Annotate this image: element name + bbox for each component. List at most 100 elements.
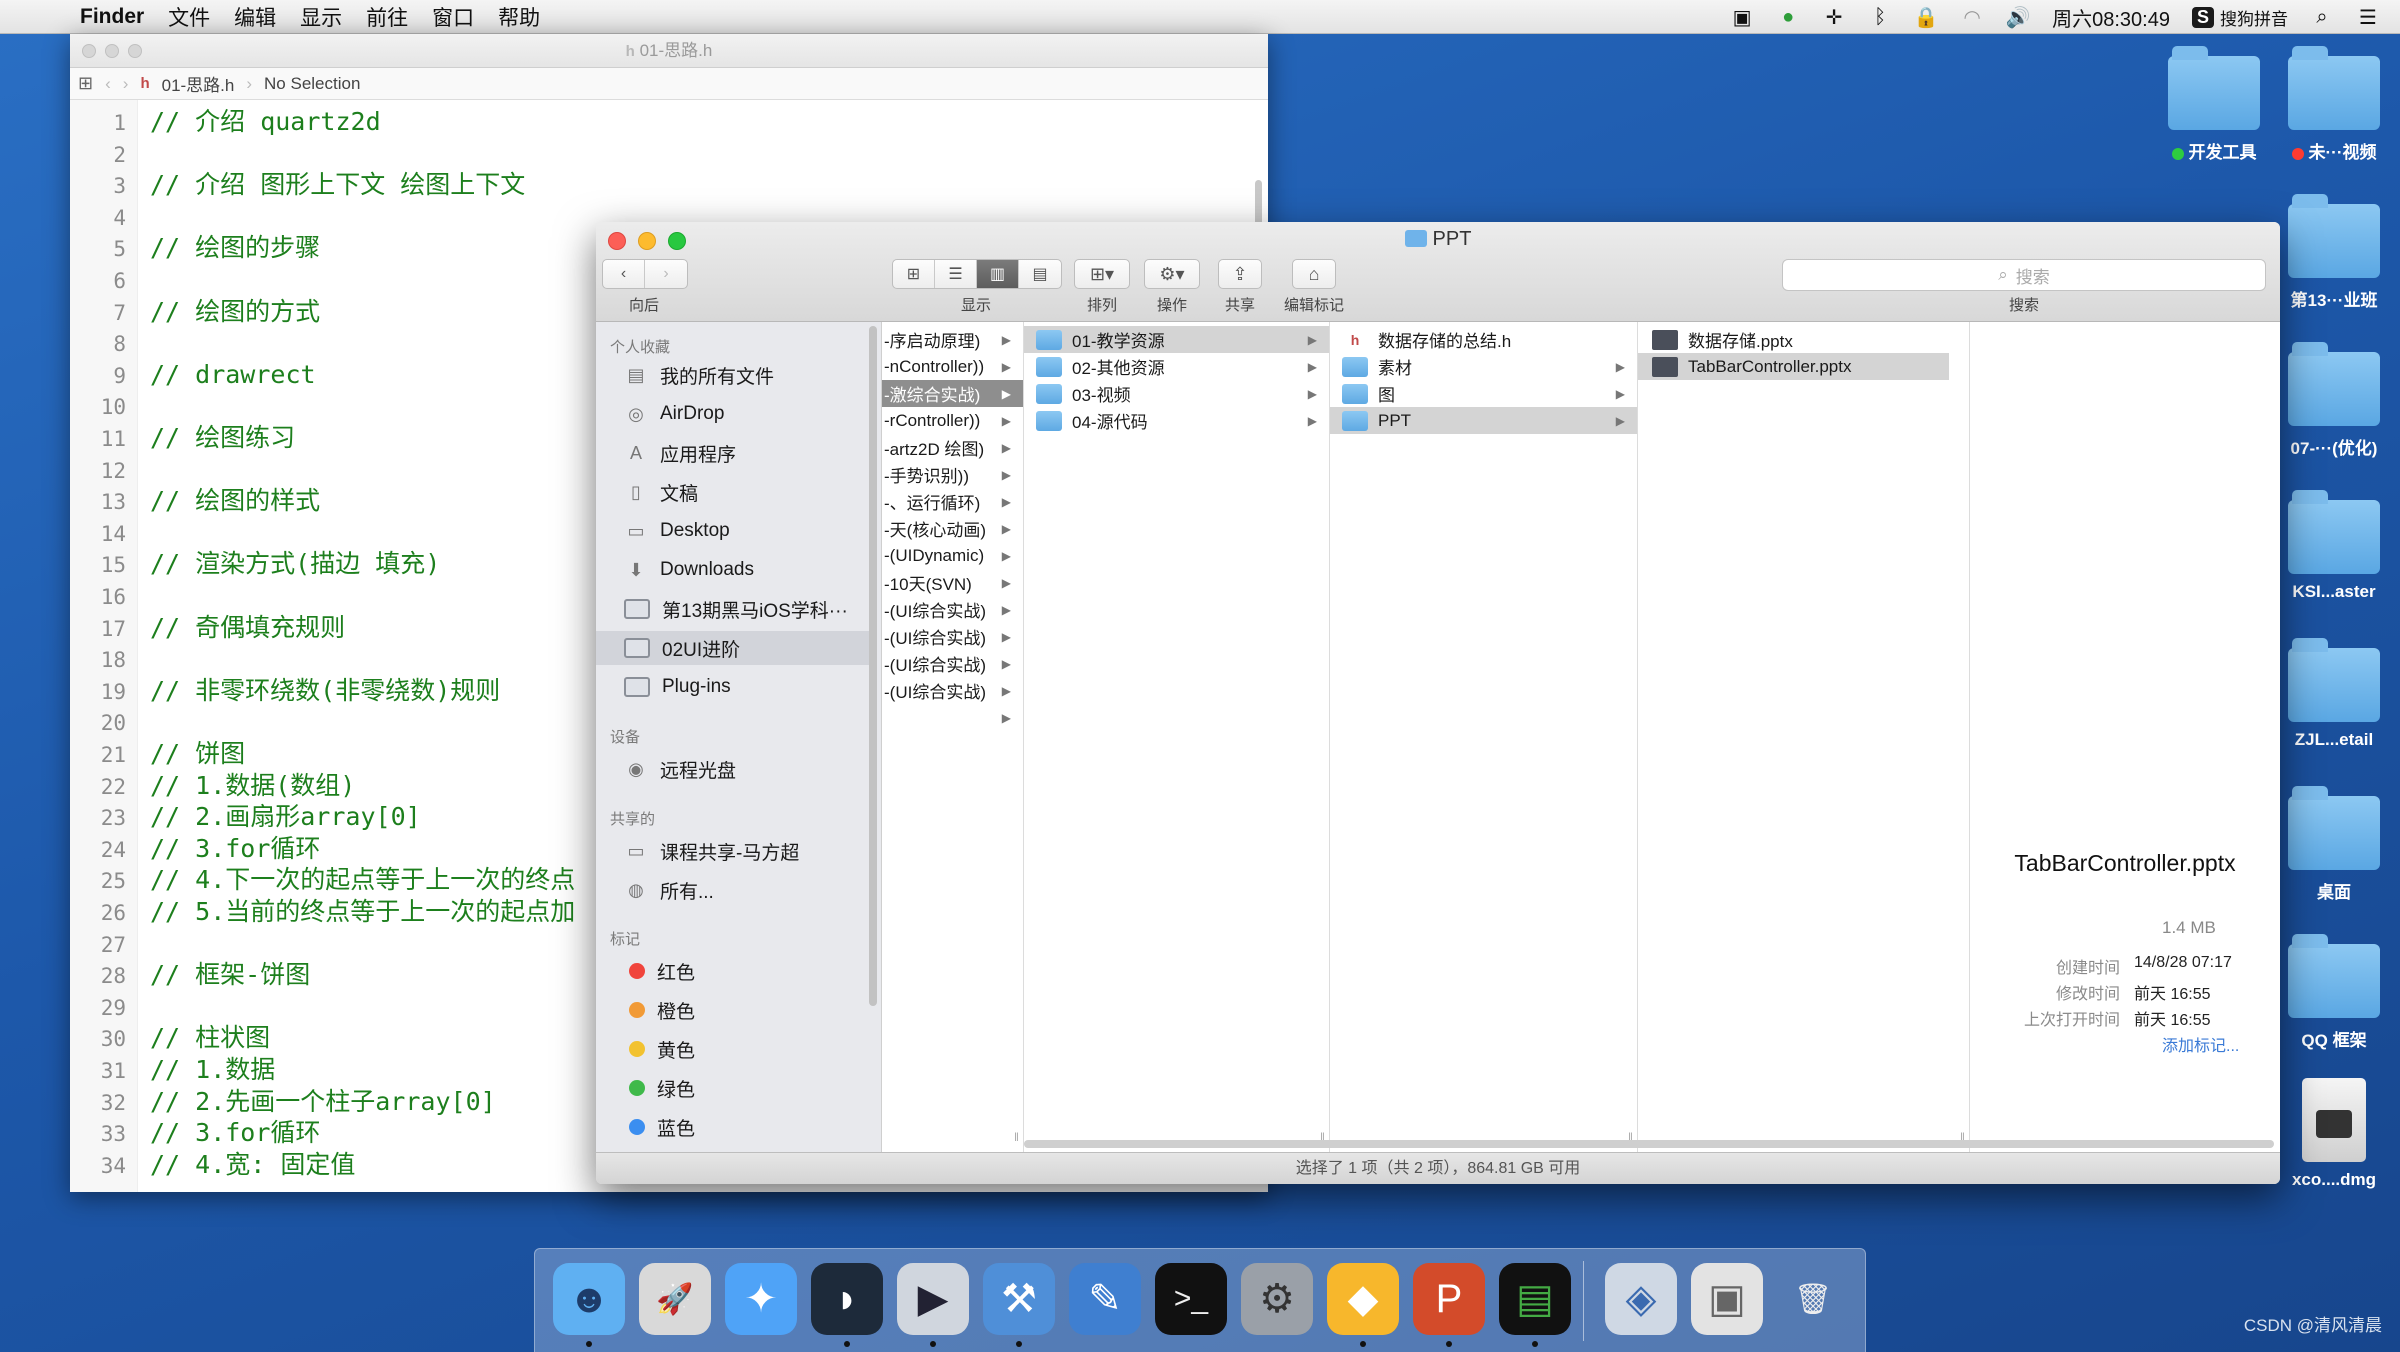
sidebar-item[interactable]: 02UI进阶 [596, 631, 876, 665]
input-method-menu[interactable]: S 搜狗拼音 [2191, 5, 2288, 30]
column-row[interactable]: 图 ▶ [1330, 380, 1637, 407]
spotlight-icon[interactable]: ⌕ [2310, 6, 2334, 28]
column-row[interactable]: -(UI综合实战) ▶ [882, 596, 1023, 623]
sidebar-item[interactable]: A 应用程序 [596, 436, 876, 470]
video-app-icon[interactable]: ▶ [897, 1263, 969, 1335]
menu-app-finder[interactable]: Finder [80, 5, 144, 29]
sidebar-tag-item[interactable]: 蓝色 [596, 1110, 876, 1144]
notification-center-icon[interactable]: ☰ [2356, 6, 2380, 29]
menu-help[interactable]: 帮助 [498, 2, 540, 32]
back-arrow-icon[interactable]: ‹ [105, 74, 111, 94]
finder-column-2[interactable]: 01-教学资源 ▶ 02-其他资源 ▶ 03-视频 ▶ 04-源代码 ▶ ‖ [1024, 322, 1330, 1152]
desktop-folder-qq-framework[interactable]: QQ 框架 [2274, 934, 2394, 1051]
back-button[interactable]: ‹ [603, 260, 645, 288]
sidebar-tag-item[interactable]: 红色 [596, 954, 876, 988]
column-row[interactable]: -、运行循环) ▶ [882, 488, 1023, 515]
column-row[interactable]: 素材 ▶ [1330, 353, 1637, 380]
desktop-folder-dev-tools[interactable]: 开发工具 [2154, 46, 2274, 163]
trash-icon[interactable]: 🗑 [1777, 1263, 1849, 1335]
preview-icon[interactable]: ◈ [1605, 1263, 1677, 1335]
column-row[interactable]: TabBarController.pptx [1638, 353, 1949, 380]
wifi-icon[interactable]: ◠ [1960, 6, 1984, 29]
menu-view[interactable]: 显示 [300, 2, 342, 32]
xcode-titlebar[interactable]: h 01-思路.h [70, 34, 1268, 68]
sidebar-item[interactable]: ◎ AirDrop [596, 397, 876, 431]
sidebar-item[interactable]: 第13期黑马iOS学科··· [596, 592, 876, 626]
network-tool-icon[interactable]: ✛ [1822, 6, 1846, 29]
forward-arrow-icon[interactable]: › [123, 74, 129, 94]
bluetooth-icon[interactable]: ᛒ [1868, 6, 1892, 28]
column-row[interactable]: h 数据存储的总结.h [1330, 326, 1637, 353]
finder-column-3[interactable]: h 数据存储的总结.h 素材 ▶ 图 ▶ PPT ▶ ‖ [1330, 322, 1638, 1152]
column-row[interactable]: 03-视频 ▶ [1024, 380, 1329, 407]
column-row[interactable]: 数据存储.pptx [1638, 326, 1949, 353]
action-button[interactable]: ⚙▾ [1144, 259, 1200, 289]
launchpad-icon[interactable]: 🚀 [639, 1263, 711, 1335]
search-input[interactable]: ⌕ 搜索 [1782, 259, 2266, 291]
sidebar-item[interactable]: ▭ 课程共享-马方超 [596, 834, 876, 868]
minimize-button[interactable] [105, 44, 119, 58]
desktop-folder-class13[interactable]: 第13···业班 [2274, 194, 2394, 311]
desktop-folder-videos[interactable]: 未···视频 [2274, 46, 2394, 163]
column-view-icon[interactable]: ▥ [977, 260, 1019, 288]
desktop-folder-desktop[interactable]: 桌面 [2274, 786, 2394, 903]
close-button[interactable] [82, 44, 96, 58]
column-row[interactable]: -(UI综合实战) ▶ [882, 677, 1023, 704]
desktop-folder-ksi-master[interactable]: KSI...aster [2274, 490, 2394, 602]
console-icon[interactable]: ▤ [1499, 1263, 1571, 1335]
arrange-button[interactable]: ⊞▾ [1074, 259, 1130, 289]
sidebar-item[interactable]: ⬇ Downloads [596, 553, 876, 587]
column-row[interactable]: -artz2D 绘图) ▶ [882, 434, 1023, 461]
menu-edit[interactable]: 编辑 [234, 2, 276, 32]
column-row[interactable]: -nController)) ▶ [882, 353, 1023, 380]
system-preferences-icon[interactable]: ⚙ [1241, 1263, 1313, 1335]
related-items-icon[interactable]: ⊞ [78, 73, 93, 94]
finder-column-4[interactable]: 数据存储.pptx TabBarController.pptx ‖ [1638, 322, 1970, 1152]
volume-icon[interactable]: 🔊 [2006, 6, 2031, 29]
terminal-icon[interactable]: >_ [1155, 1263, 1227, 1335]
add-tags-link[interactable]: 添加标记... [2162, 1032, 2239, 1056]
desktop-folder-zjl-detail[interactable]: ZJL...etail [2274, 638, 2394, 750]
column-row[interactable]: -10天(SVN) ▶ [882, 569, 1023, 596]
sidebar-item[interactable]: Plug-ins [596, 670, 876, 704]
screen-record-icon[interactable]: ▣ [1730, 6, 1754, 29]
column-row[interactable]: -天(核心动画) ▶ [882, 515, 1023, 542]
icon-view-icon[interactable]: ⊞ [893, 260, 935, 288]
lock-icon[interactable]: 🔒 [1914, 6, 1939, 29]
powerpoint-icon[interactable]: P [1413, 1263, 1485, 1335]
xcode-icon[interactable]: ⚒ [983, 1263, 1055, 1335]
menu-file[interactable]: 文件 [168, 2, 210, 32]
column-row[interactable]: ▶ [882, 704, 1023, 731]
column-row[interactable]: -(UI综合实战) ▶ [882, 623, 1023, 650]
forward-button[interactable]: › [645, 260, 687, 288]
list-view-icon[interactable]: ☰ [935, 260, 977, 288]
column-resize-handle[interactable]: ‖ [1014, 1130, 1019, 1144]
menubar-clock[interactable]: 周六08:30:49 [2052, 3, 2170, 32]
desktop-file-xcode-dmg[interactable]: xco....dmg [2274, 1078, 2394, 1190]
column-row[interactable]: -手势识别)) ▶ [882, 461, 1023, 488]
safari-icon[interactable]: ✦ [725, 1263, 797, 1335]
sidebar-item[interactable]: ▯ 文稿 [596, 475, 876, 509]
edit-tags-button[interactable]: ⌂ [1292, 259, 1336, 289]
menu-window[interactable]: 窗口 [432, 2, 474, 32]
zoom-button[interactable] [128, 44, 142, 58]
column-row[interactable]: 04-源代码 ▶ [1024, 407, 1329, 434]
sidebar-item[interactable]: ▭ Desktop [596, 514, 876, 548]
column-row[interactable]: 02-其他资源 ▶ [1024, 353, 1329, 380]
column-row[interactable]: PPT ▶ [1330, 407, 1637, 434]
mouse-utility-icon[interactable]: ◗ [811, 1263, 883, 1335]
share-button[interactable]: ⇪ [1218, 259, 1262, 289]
sidebar-item[interactable]: ◍ 所有... [596, 873, 876, 907]
breadcrumb-file[interactable]: 01-思路.h [162, 71, 235, 96]
finder-column-1[interactable]: -序启动原理) ▶ -nController)) ▶ -激综合实战) ▶ -rControl… [882, 322, 1024, 1152]
breadcrumb-selection[interactable]: No Selection [264, 74, 360, 94]
finder-icon[interactable]: ☻ [553, 1263, 625, 1335]
columns-horizontal-scrollbar[interactable] [1024, 1140, 2274, 1148]
sidebar-tag-item[interactable]: 黄色 [596, 1032, 876, 1066]
desktop-folder-07-optimized[interactable]: 07-···(优化) [2274, 342, 2394, 459]
sync-status-icon[interactable]: ● [1776, 6, 1800, 28]
column-row[interactable]: -(UI综合实战) ▶ [882, 650, 1023, 677]
column-row[interactable]: 01-教学资源 ▶ [1024, 326, 1329, 353]
photo-browser-icon[interactable]: ▣ [1691, 1263, 1763, 1335]
instruments-icon[interactable]: ✎ [1069, 1263, 1141, 1335]
